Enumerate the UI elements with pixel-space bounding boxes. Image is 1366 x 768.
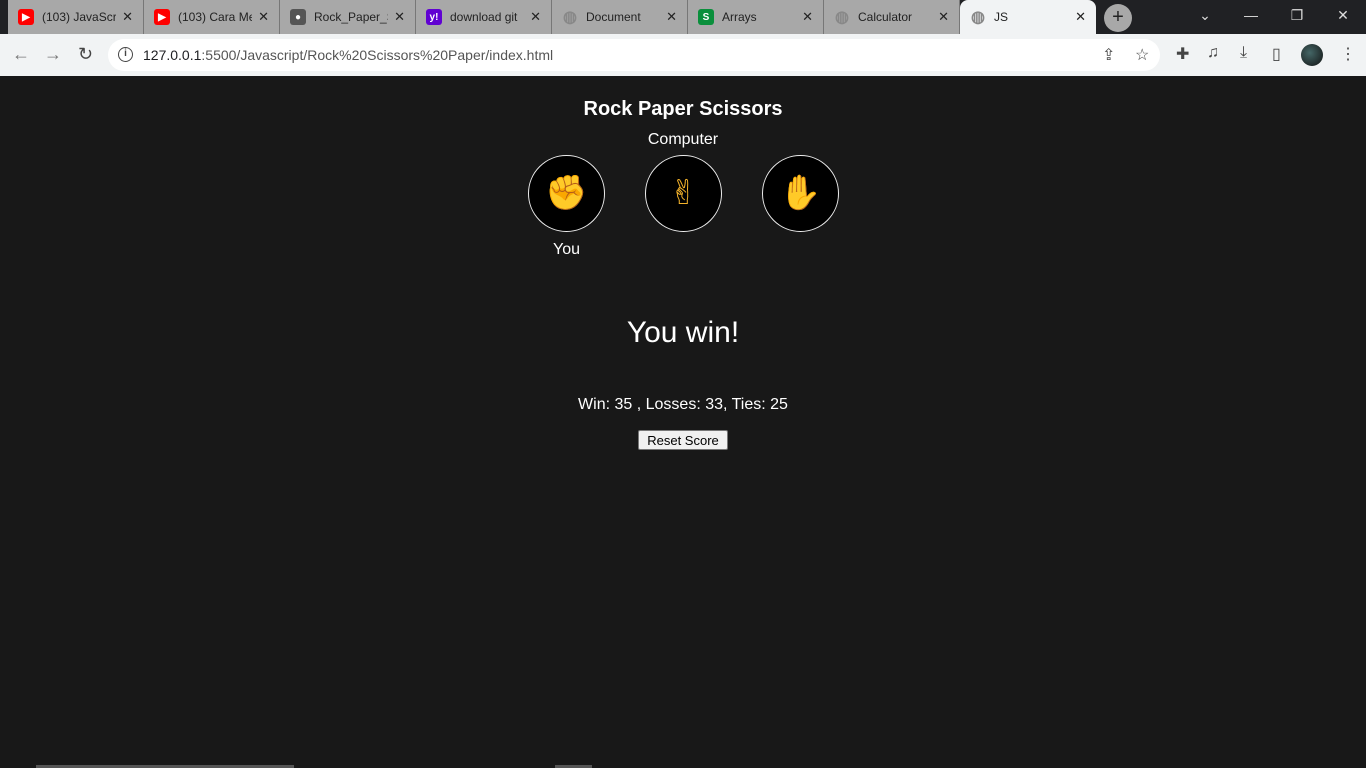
close-tab-icon[interactable]: ✕ [1075,9,1086,25]
globe-icon: ◍ [563,9,577,26]
tab-3[interactable]: y! download git ✕ [416,0,552,34]
tab-label: Rock_Paper_S [314,10,389,24]
page-title: Rock Paper Scissors [583,98,783,120]
paper-button[interactable]: ✋ [762,155,839,232]
tab-label: JS [994,10,1009,24]
close-tab-icon[interactable]: ✕ [802,9,813,25]
tab-bar: ▶ (103) JavaScri ✕ ▶ (103) Cara Me ✕ ● Rock_Pap… [0,0,1366,34]
avatar[interactable] [1301,44,1323,66]
tab-7[interactable]: ◍ JS ✕ [960,0,1096,34]
globe-icon: ◍ [971,9,985,26]
menu-icon[interactable]: ⋮ [1340,44,1356,64]
close-window-button[interactable]: ✕ [1320,0,1366,34]
extensions-icon[interactable]: ✚ [1176,44,1189,64]
reset-score-button[interactable]: Reset Score [638,430,728,450]
side-panel-icon[interactable]: ▯ [1272,44,1281,64]
close-tab-icon[interactable]: ✕ [258,9,269,25]
url-host: 127.0.0.1 [143,47,202,63]
new-tab-button[interactable]: + [1104,4,1132,32]
score-text: Win: 35 , Losses: 33, Ties: 25 [578,396,788,413]
close-tab-icon[interactable]: ✕ [394,9,405,25]
window-controls: ⌄ — ❐ ✕ [1182,0,1366,34]
forward-icon[interactable]: → [44,44,62,65]
back-icon[interactable]: ← [12,44,30,65]
tab-label: Arrays [722,10,757,24]
youtube-icon: ▶ [18,9,34,25]
tab-0[interactable]: ▶ (103) JavaScri ✕ [8,0,144,34]
tab-label: Document [586,10,641,24]
tab-1[interactable]: ▶ (103) Cara Me ✕ [144,0,280,34]
tab-5[interactable]: S Arrays ✕ [688,0,824,34]
restore-button[interactable]: ❐ [1274,0,1320,34]
you-label: You [553,241,580,258]
close-tab-icon[interactable]: ✕ [666,9,677,25]
yahoo-icon: y! [426,9,442,25]
computer-label: Computer [647,131,719,148]
url-path: :5500/Javascript/Rock%20Scissors%20Paper… [201,47,554,63]
youtube-icon: ▶ [154,9,170,25]
close-tab-icon[interactable]: ✕ [530,9,541,25]
bookmark-star-icon[interactable]: ☆ [1135,45,1149,65]
download-icon[interactable]: ⤓ [1240,44,1247,62]
github-icon: ● [290,9,306,25]
game-page: Rock Paper Scissors Computer ✊ ✌ ✋ You Y… [0,76,1366,768]
s-icon: S [698,9,714,25]
browser-toolbar: ← → ↻ i 127.0.0.1:5500/Javascript/Rock%2… [0,34,1366,76]
url-text[interactable]: 127.0.0.1:5500/Javascript/Rock%20Scissor… [143,47,553,63]
media-icon[interactable]: ♫ [1207,44,1219,62]
rock-button[interactable]: ✊ [528,155,605,232]
tab-search-icon[interactable]: ⌄ [1182,0,1228,34]
scissors-button[interactable]: ✌ [645,155,722,232]
tab-label: (103) Cara Me [178,10,253,24]
tab-label: (103) JavaScri [42,10,117,24]
tab-label: download git [450,10,518,24]
reload-icon[interactable]: ↻ [78,44,93,65]
tab-label: Calculator [858,10,913,24]
share-icon[interactable]: ⇪ [1102,45,1115,65]
tab-strip: ▶ (103) JavaScri ✕ ▶ (103) Cara Me ✕ ● Rock_Pap… [8,0,1096,34]
tab-6[interactable]: ◍ Calculator ✕ [824,0,960,34]
close-tab-icon[interactable]: ✕ [122,9,133,25]
close-tab-icon[interactable]: ✕ [938,9,949,25]
info-icon[interactable]: i [118,47,133,62]
tab-2[interactable]: ● Rock_Paper_S ✕ [280,0,416,34]
result-text: You win! [626,316,740,349]
address-bar[interactable]: i 127.0.0.1:5500/Javascript/Rock%20Sciss… [108,39,1160,71]
minimize-button[interactable]: — [1228,0,1274,34]
globe-icon: ◍ [835,9,849,26]
tab-4[interactable]: ◍ Document ✕ [552,0,688,34]
